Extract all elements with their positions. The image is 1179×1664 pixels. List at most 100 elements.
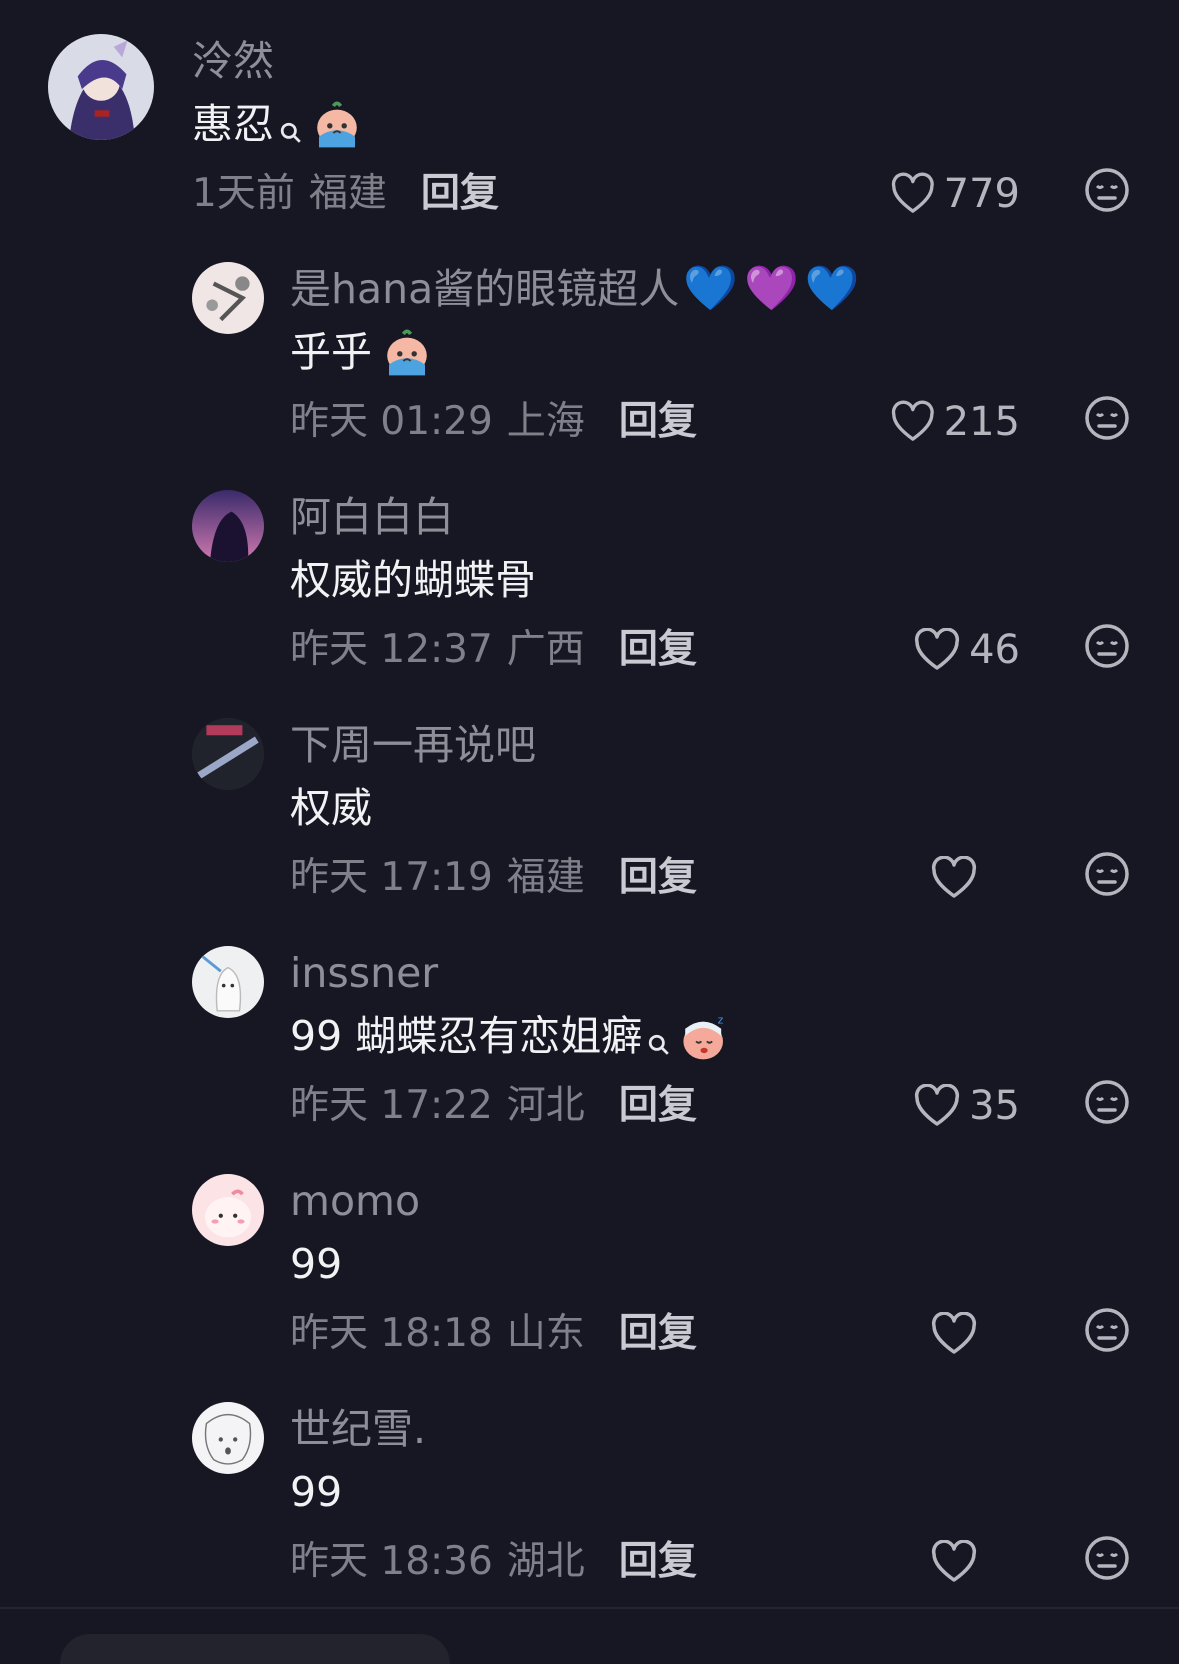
- like-count: 46: [969, 627, 1020, 673]
- heart-outline-icon: [931, 1312, 977, 1354]
- comment-text-content: 99 蝴蝶忍有恋姐癖: [290, 1012, 643, 1060]
- reply-button[interactable]: 回复: [619, 1081, 697, 1131]
- comment-text-content: 乎乎: [290, 328, 372, 376]
- heart-outline-icon: [931, 856, 977, 898]
- comment-location: 湖北: [506, 1539, 585, 1584]
- like-button[interactable]: [890, 850, 1020, 906]
- neutral-face-icon: [1085, 1536, 1129, 1580]
- reply-button[interactable]: 回复: [619, 853, 697, 903]
- like-button[interactable]: [890, 1306, 1020, 1362]
- like-button[interactable]: 215: [890, 394, 1020, 450]
- neutral-face-icon: [1085, 1080, 1129, 1124]
- comment-meta: 昨天 12:37 广西 回复: [290, 625, 697, 675]
- comment-text: 惠忍: [192, 96, 364, 152]
- comment-location: 福建: [506, 855, 585, 900]
- sleepy-face-emoji: z: [678, 1009, 732, 1063]
- comment-time: 昨天 01:29: [290, 399, 493, 444]
- comment-text: 乎乎: [290, 324, 434, 380]
- comment-location: 广西: [506, 627, 585, 672]
- username[interactable]: 下周一再说吧: [290, 720, 536, 770]
- comment-text-content: 99: [290, 1240, 343, 1288]
- comment-location: 福建: [308, 171, 387, 216]
- username[interactable]: 世纪雪.: [290, 1404, 426, 1454]
- reply-button[interactable]: 回复: [619, 1537, 697, 1587]
- comment-meta: 1天前 福建 回复: [192, 169, 499, 219]
- avatar[interactable]: [192, 262, 264, 334]
- reply-button[interactable]: 回复: [619, 1309, 697, 1359]
- comment-time: 昨天 18:36: [290, 1539, 493, 1584]
- username-text: 是hana酱的眼镜超人: [290, 265, 680, 313]
- neutral-face-icon: [1085, 1308, 1129, 1352]
- avatar[interactable]: [192, 1402, 264, 1474]
- comment-input-bar[interactable]: [60, 1634, 450, 1664]
- heart-outline-icon: [915, 1084, 960, 1126]
- comment-text: 99 蝴蝶忍有恋姐癖 z: [290, 1008, 732, 1064]
- comment-text-content: 权威: [290, 784, 372, 832]
- username[interactable]: 阿白白白: [290, 492, 454, 542]
- comment-text-content: 权威的蝴蝶骨: [290, 556, 536, 604]
- like-button[interactable]: 35: [890, 1078, 1020, 1134]
- dislike-button[interactable]: [1083, 166, 1131, 214]
- comment-time: 昨天 18:18: [290, 1311, 493, 1356]
- blue-heart-emoji: 💙: [804, 263, 860, 314]
- crying-face-emoji: [310, 97, 364, 151]
- dislike-button[interactable]: [1083, 1534, 1131, 1582]
- username[interactable]: inssner: [290, 948, 438, 998]
- heart-outline-icon: [931, 1540, 977, 1582]
- avatar[interactable]: [192, 718, 264, 790]
- heart-emojis: 💙 💜 💙: [683, 264, 859, 314]
- svg-text:z: z: [718, 1013, 724, 1026]
- neutral-face-icon: [1085, 396, 1129, 440]
- reply-button[interactable]: 回复: [619, 625, 697, 675]
- like-count: 779: [943, 171, 1020, 217]
- comment-text: 权威的蝴蝶骨: [290, 552, 536, 608]
- neutral-face-icon: [1085, 852, 1129, 896]
- search-icon[interactable]: [280, 102, 302, 143]
- search-icon[interactable]: [648, 1014, 670, 1055]
- like-button[interactable]: [890, 1534, 1020, 1590]
- dislike-button[interactable]: [1083, 1306, 1131, 1354]
- comment-meta: 昨天 18:36 湖北 回复: [290, 1537, 697, 1587]
- comment-meta: 昨天 01:29 上海 回复: [290, 397, 697, 447]
- comment-location: 河北: [506, 1083, 585, 1128]
- avatar[interactable]: [192, 946, 264, 1018]
- purple-heart-emoji: 💜: [744, 263, 799, 314]
- comment-text: 权威: [290, 780, 372, 836]
- like-button[interactable]: 779: [890, 166, 1020, 222]
- comment-text: 99: [290, 1236, 342, 1292]
- dislike-button[interactable]: [1083, 1078, 1131, 1126]
- reply-button[interactable]: 回复: [421, 169, 499, 219]
- comment-meta: 昨天 17:22 河北 回复: [290, 1081, 697, 1131]
- avatar[interactable]: [192, 490, 264, 562]
- dislike-button[interactable]: [1083, 850, 1131, 898]
- comment-time: 昨天 17:22: [290, 1083, 493, 1128]
- username[interactable]: momo: [290, 1176, 420, 1226]
- comment-text-content: 99: [290, 1468, 343, 1516]
- divider: [0, 1607, 1179, 1609]
- like-count: 215: [943, 399, 1020, 445]
- dislike-button[interactable]: [1083, 622, 1131, 670]
- comment-time: 昨天 17:19: [290, 855, 493, 900]
- heart-outline-icon: [891, 172, 934, 213]
- neutral-face-icon: [1085, 624, 1129, 668]
- comment-time: 昨天 12:37: [290, 627, 493, 672]
- username[interactable]: 是hana酱的眼镜超人 💙 💜 💙: [290, 264, 860, 314]
- comment-meta: 昨天 18:18 山东 回复: [290, 1309, 697, 1359]
- avatar[interactable]: [192, 1174, 264, 1246]
- dislike-button[interactable]: [1083, 394, 1131, 442]
- comment-time: 1天前: [192, 171, 295, 216]
- comment-location: 山东: [506, 1311, 585, 1356]
- avatar[interactable]: [48, 34, 154, 140]
- comment-meta: 昨天 17:19 福建 回复: [290, 853, 697, 903]
- neutral-face-icon: [1085, 168, 1129, 212]
- comment-text-content: 惠忍: [192, 100, 274, 148]
- username[interactable]: 泠然: [192, 36, 274, 86]
- like-button[interactable]: 46: [890, 622, 1020, 678]
- reply-button[interactable]: 回复: [619, 397, 697, 447]
- like-count: 35: [969, 1083, 1020, 1129]
- blue-heart-emoji: 💙: [683, 263, 739, 314]
- comment-location: 上海: [506, 399, 585, 444]
- comment-text: 99: [290, 1464, 342, 1520]
- crying-face-emoji: [380, 325, 434, 379]
- heart-outline-icon: [891, 400, 934, 441]
